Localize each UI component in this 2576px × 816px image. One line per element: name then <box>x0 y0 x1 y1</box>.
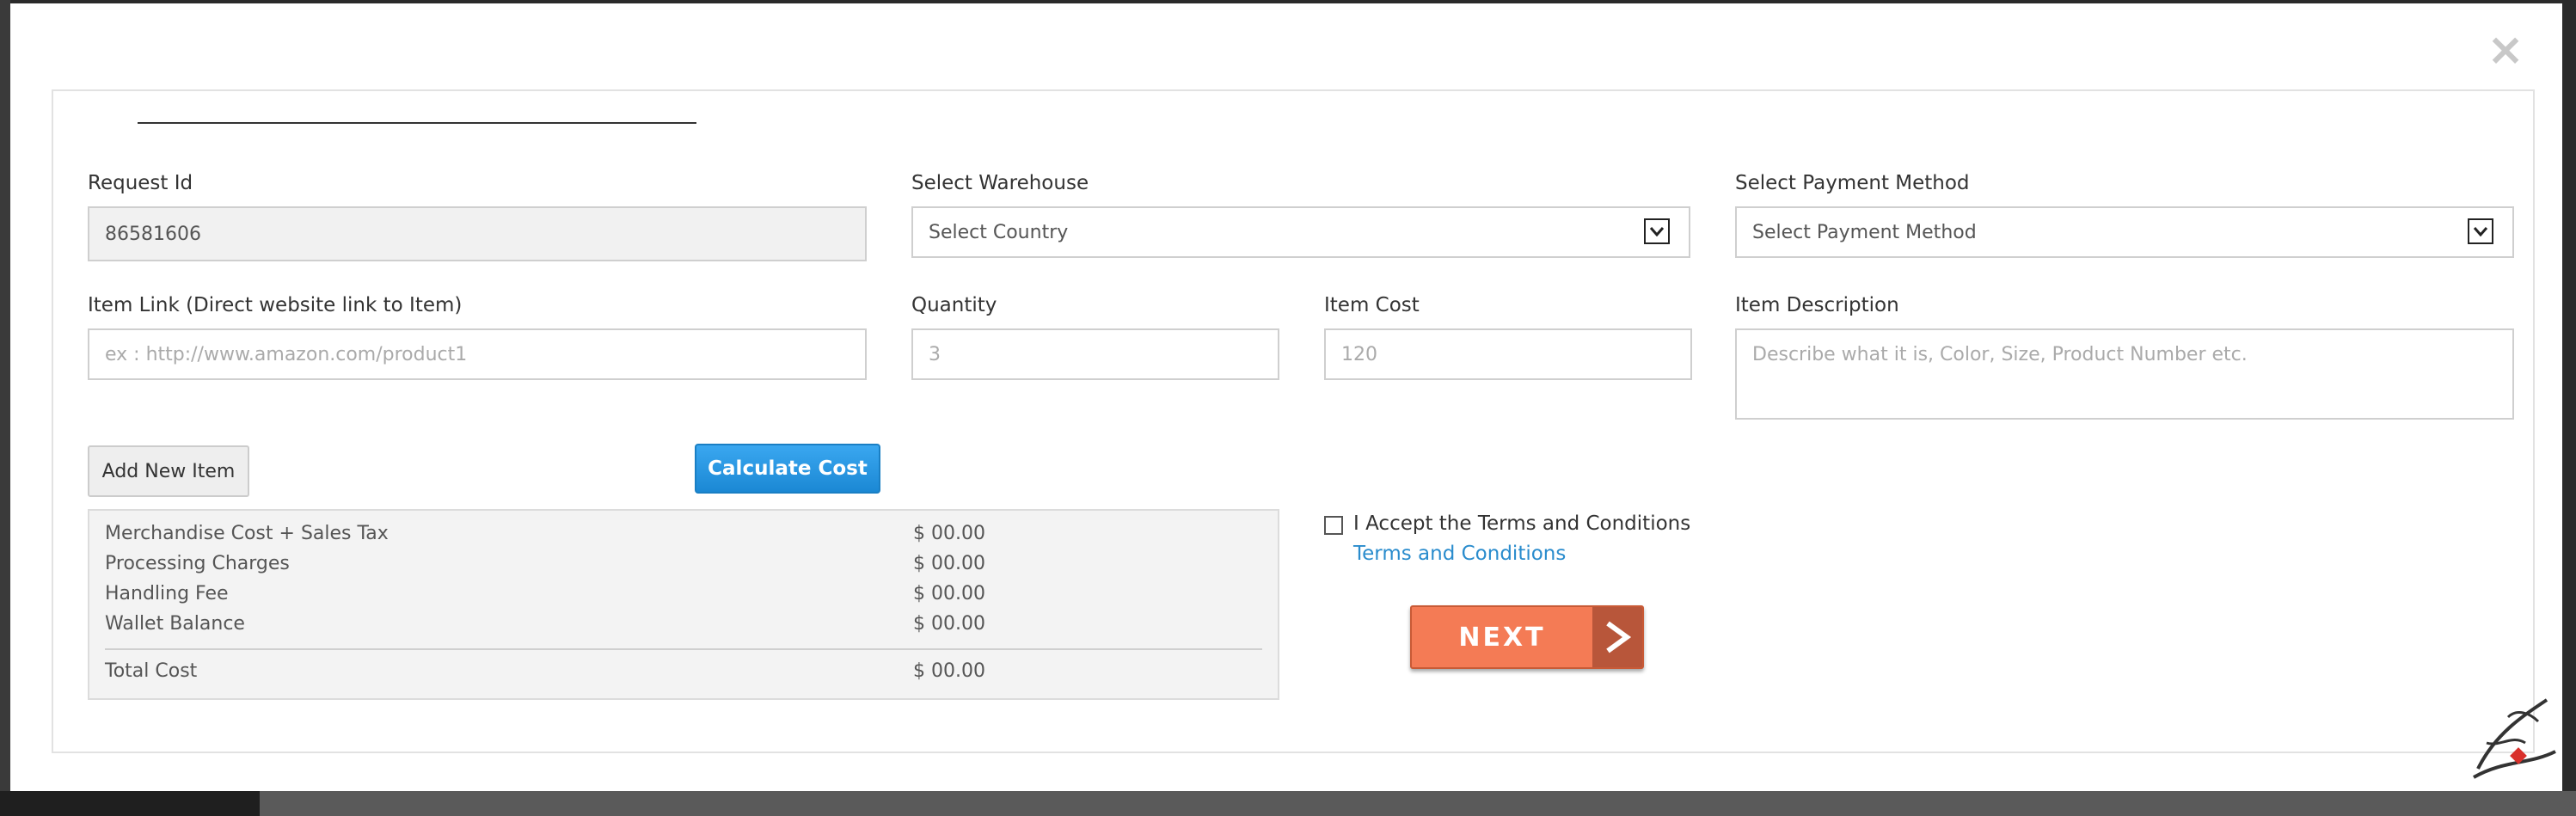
chevron-down-icon[interactable] <box>2468 218 2493 244</box>
quantity-label: Quantity <box>911 294 997 316</box>
payment-method-selected-value: Select Payment Method <box>1752 221 1977 243</box>
item-description-placeholder: Describe what it is, Color, Size, Produc… <box>1752 344 2248 365</box>
add-new-item-button[interactable]: Add New Item <box>88 445 249 497</box>
next-button-label: NEXT <box>1458 622 1546 653</box>
quantity-placeholder: 3 <box>929 343 941 365</box>
request-form-panel: Request Id 86581606 Select Warehouse Sel… <box>52 89 2535 753</box>
item-link-input[interactable]: ex : http://www.amazon.com/product1 <box>88 328 867 380</box>
summary-row-value: $ 00.00 <box>913 553 985 574</box>
accept-terms-label: I Accept the Terms and Conditions <box>1353 512 1691 535</box>
summary-total-row: Total Cost $ 00.00 <box>105 660 1262 690</box>
chevron-right-icon <box>1592 607 1642 667</box>
summary-row-label: Wallet Balance <box>105 613 245 635</box>
request-modal: × Request Id 86581606 Select Warehouse S… <box>10 3 2562 791</box>
payment-method-select[interactable]: Select Payment Method <box>1735 206 2514 258</box>
item-description-textarea[interactable]: Describe what it is, Color, Size, Produc… <box>1735 328 2514 420</box>
item-cost-label: Item Cost <box>1324 294 1420 316</box>
item-description-label: Item Description <box>1735 294 1899 316</box>
accept-terms-checkbox[interactable] <box>1324 516 1343 535</box>
terms-link[interactable]: Terms and Conditions <box>1353 543 1566 565</box>
summary-total-label: Total Cost <box>105 660 198 682</box>
summary-row: Handling Fee $ 00.00 <box>105 583 1262 612</box>
item-cost-placeholder: 120 <box>1341 343 1377 365</box>
request-id-field: 86581606 <box>88 206 867 261</box>
summary-row: Wallet Balance $ 00.00 <box>105 613 1262 642</box>
summary-row: Merchandise Cost + Sales Tax $ 00.00 <box>105 523 1262 552</box>
warehouse-select[interactable]: Select Country <box>911 206 1690 258</box>
summary-divider <box>105 648 1262 650</box>
cost-summary: Merchandise Cost + Sales Tax $ 00.00 Pro… <box>88 509 1279 700</box>
calculate-cost-button[interactable]: Calculate Cost <box>695 444 880 494</box>
summary-total-value: $ 00.00 <box>913 660 985 682</box>
summary-row-value: $ 00.00 <box>913 523 985 544</box>
request-id-label: Request Id <box>88 172 193 194</box>
item-link-placeholder: ex : http://www.amazon.com/product1 <box>105 343 468 365</box>
close-icon[interactable]: × <box>2485 28 2526 72</box>
item-link-label: Item Link (Direct website link to Item) <box>88 294 463 316</box>
summary-row-value: $ 00.00 <box>913 613 985 635</box>
item-cost-input[interactable]: 120 <box>1324 328 1692 380</box>
warehouse-label: Select Warehouse <box>911 172 1089 194</box>
warehouse-selected-value: Select Country <box>929 221 1069 243</box>
summary-row-label: Processing Charges <box>105 553 290 574</box>
calligraphy-watermark-logo <box>2461 683 2564 795</box>
summary-row-value: $ 00.00 <box>913 583 985 604</box>
section-underline <box>138 122 696 124</box>
page-backdrop-left <box>0 0 10 816</box>
payment-method-label: Select Payment Method <box>1735 172 1970 194</box>
quantity-input[interactable]: 3 <box>911 328 1279 380</box>
request-id-value: 86581606 <box>105 223 201 245</box>
next-button[interactable]: NEXT <box>1410 605 1644 669</box>
page-backdrop-bottom-panel <box>260 791 2576 816</box>
summary-row-label: Merchandise Cost + Sales Tax <box>105 523 389 544</box>
summary-row-label: Handling Fee <box>105 583 229 604</box>
summary-row: Processing Charges $ 00.00 <box>105 553 1262 582</box>
chevron-down-icon[interactable] <box>1644 218 1670 244</box>
